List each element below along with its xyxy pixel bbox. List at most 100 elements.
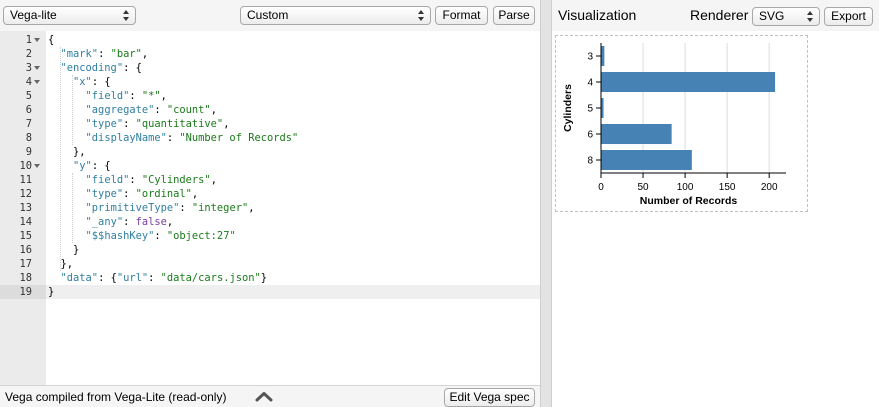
json-key: "x" — [73, 76, 92, 88]
line-number: 17 — [19, 258, 32, 270]
select-arrows-icon — [807, 10, 814, 23]
example-select[interactable]: Custom — [240, 6, 431, 25]
select-arrows-icon — [418, 9, 425, 22]
json-punctuation: : — [123, 118, 136, 130]
json-punctuation: : { — [123, 62, 142, 74]
json-punctuation — [48, 188, 86, 200]
select-arrows-icon — [123, 9, 130, 22]
line-number: 5 — [25, 90, 32, 102]
indent-guide — [72, 173, 73, 243]
indent-guide — [60, 47, 61, 271]
bar-cyl-4[interactable] — [601, 72, 776, 92]
json-punctuation: : — [129, 90, 142, 102]
bar-cyl-8[interactable] — [601, 150, 692, 170]
line-number: 16 — [19, 244, 32, 256]
compiled-spec-bar: Vega compiled from Vega-Lite (read-only)… — [0, 385, 540, 407]
x-tick-label: 150 — [719, 182, 736, 193]
json-key: "field" — [85, 174, 130, 186]
code-line: "primitiveType": "integer", — [48, 201, 255, 215]
edit-vega-spec-button[interactable]: Edit Vega spec — [444, 388, 535, 407]
json-key: "encoding" — [60, 62, 124, 74]
chart-frame: 3 4 5 6 8 0 50 100 150 200 Number of Records Cylind… — [555, 35, 808, 212]
fold-toggle-icon[interactable] — [34, 164, 40, 168]
json-string: "count" — [166, 104, 211, 116]
fold-toggle-icon[interactable] — [34, 66, 40, 70]
json-string: "object:27" — [166, 230, 236, 242]
json-key: "url" — [116, 272, 149, 284]
gutter-row: 12 — [0, 187, 46, 201]
bar-chart: 3 4 5 6 8 0 50 100 150 200 Number of Records Cylind… — [562, 43, 786, 207]
json-punctuation: , — [141, 48, 149, 60]
json-punctuation: : { — [91, 76, 111, 88]
code-text-area[interactable]: { "mark": "bar", "encoding": { "x": { "f… — [46, 31, 540, 385]
bar-cyl-3[interactable] — [601, 46, 605, 66]
code-line: "encoding": { — [48, 61, 142, 75]
json-punctuation: : { — [98, 272, 117, 284]
json-key: "type" — [85, 118, 124, 130]
line-number: 11 — [19, 174, 32, 186]
mode-select-value: Vega-lite — [10, 8, 57, 22]
json-string: "bar" — [110, 48, 142, 60]
json-punctuation — [48, 272, 61, 284]
json-key: "displayName" — [85, 132, 167, 144]
line-number: 4 — [25, 76, 32, 88]
json-string: "Cylinders" — [141, 174, 211, 186]
renderer-label: Renderer — [690, 7, 749, 23]
line-number: 8 — [25, 132, 32, 144]
format-button[interactable]: Format — [435, 6, 488, 25]
gutter-row: 3 — [0, 61, 46, 75]
line-number: 12 — [19, 188, 32, 200]
chevron-up-icon[interactable] — [255, 391, 273, 402]
code-line: } — [48, 285, 54, 299]
line-number: 18 — [19, 272, 32, 284]
code-line: "mark": "bar", — [48, 47, 149, 61]
json-key: "y" — [73, 160, 92, 172]
json-key: "$$hashKey" — [85, 230, 155, 242]
compiled-spec-label: Vega compiled from Vega-Lite (read-only) — [5, 390, 227, 404]
y-tick-label: 5 — [587, 104, 593, 115]
json-punctuation: { — [48, 34, 55, 46]
json-string: "data/cars.json" — [160, 272, 261, 284]
bar-cyl-6[interactable] — [601, 124, 672, 144]
line-number: 14 — [19, 216, 32, 228]
line-number: 9 — [25, 146, 32, 158]
json-key: "mark" — [60, 48, 99, 60]
line-number: 1 — [25, 34, 32, 46]
export-button[interactable]: Export — [824, 7, 873, 26]
json-punctuation — [48, 48, 61, 60]
code-line: "type": "ordinal", — [48, 187, 199, 201]
json-punctuation: : — [123, 216, 136, 228]
json-punctuation — [48, 118, 86, 130]
json-punctuation: }, — [48, 146, 86, 158]
json-punctuation — [48, 104, 86, 116]
code-editor[interactable]: 1 2 3 4 5 6 7 8 9 10 11 12 13 14 15 16 17 18 19 { "mark": … — [0, 31, 540, 385]
json-string: "quantitative" — [135, 118, 224, 130]
gutter-row: 13 — [0, 201, 46, 215]
json-key: "aggregate" — [85, 104, 155, 116]
fold-toggle-icon[interactable] — [34, 38, 40, 42]
json-string: "ordinal" — [135, 188, 192, 200]
json-string: "Number of Records" — [179, 132, 299, 144]
gutter-row: 6 — [0, 103, 46, 117]
y-tick-label: 8 — [587, 156, 593, 167]
parse-button[interactable]: Parse — [493, 6, 535, 25]
x-tick-label: 100 — [677, 182, 694, 193]
json-punctuation: } — [260, 272, 267, 284]
gutter-row: 7 — [0, 117, 46, 131]
x-tick-label: 50 — [637, 182, 649, 193]
line-number: 13 — [19, 202, 32, 214]
renderer-select-value: SVG — [759, 9, 785, 23]
line-number: 2 — [25, 48, 32, 60]
fold-toggle-icon[interactable] — [34, 80, 40, 84]
pane-divider[interactable] — [540, 0, 552, 407]
json-key: "field" — [85, 90, 130, 102]
renderer-select[interactable]: SVG — [752, 7, 820, 26]
mode-select[interactable]: Vega-lite — [3, 6, 136, 25]
code-line: "type": "quantitative", — [48, 117, 230, 131]
json-punctuation: , — [223, 118, 230, 130]
line-number: 7 — [25, 118, 32, 130]
spec-editor-pane: Vega-lite Custom Format Parse 1234567891… — [0, 0, 540, 407]
code-line: "field": "Cylinders", — [48, 173, 217, 187]
gutter-row: 4 — [0, 75, 46, 89]
visualization-title: Visualization — [558, 7, 637, 23]
